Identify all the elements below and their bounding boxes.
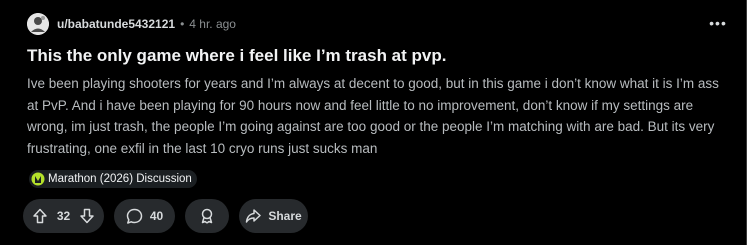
post-flair[interactable]: Marathon (2026) Discussion [29, 170, 197, 188]
post-header: u/babatunde5432121 • 4 hr. ago [27, 11, 236, 37]
more-options-button[interactable]: ••• [706, 12, 730, 34]
award-button[interactable] [185, 199, 229, 233]
comment-count: 40 [149, 209, 164, 223]
flair-label: Marathon (2026) Discussion [48, 173, 192, 185]
upvote-icon [33, 208, 47, 224]
username-link[interactable]: u/babatunde5432121 [57, 17, 175, 31]
share-icon [246, 209, 262, 223]
award-icon [201, 208, 213, 224]
more-options-icon: ••• [709, 15, 727, 31]
comment-icon [126, 208, 143, 224]
downvote-icon [80, 208, 94, 224]
action-bar: 32 40 Share [23, 199, 308, 233]
marathon-logo-icon [31, 172, 45, 186]
vote-control: 32 [23, 199, 104, 233]
avatar-icon [27, 13, 49, 35]
separator-dot: • [180, 17, 185, 31]
upvote-button[interactable] [31, 207, 49, 225]
comments-button[interactable]: 40 [114, 199, 175, 233]
post-title[interactable]: This the only game where i feel like I’m… [27, 45, 727, 67]
post-timestamp: 4 hr. ago [189, 17, 236, 31]
vote-count: 32 [56, 209, 71, 223]
share-label: Share [268, 209, 302, 223]
avatar[interactable] [27, 13, 49, 35]
post-card[interactable]: u/babatunde5432121 • 4 hr. ago ••• This … [0, 0, 747, 245]
post-body: Ive been playing shooters for years and … [27, 76, 719, 156]
downvote-button[interactable] [78, 207, 96, 225]
share-button[interactable]: Share [239, 199, 308, 233]
